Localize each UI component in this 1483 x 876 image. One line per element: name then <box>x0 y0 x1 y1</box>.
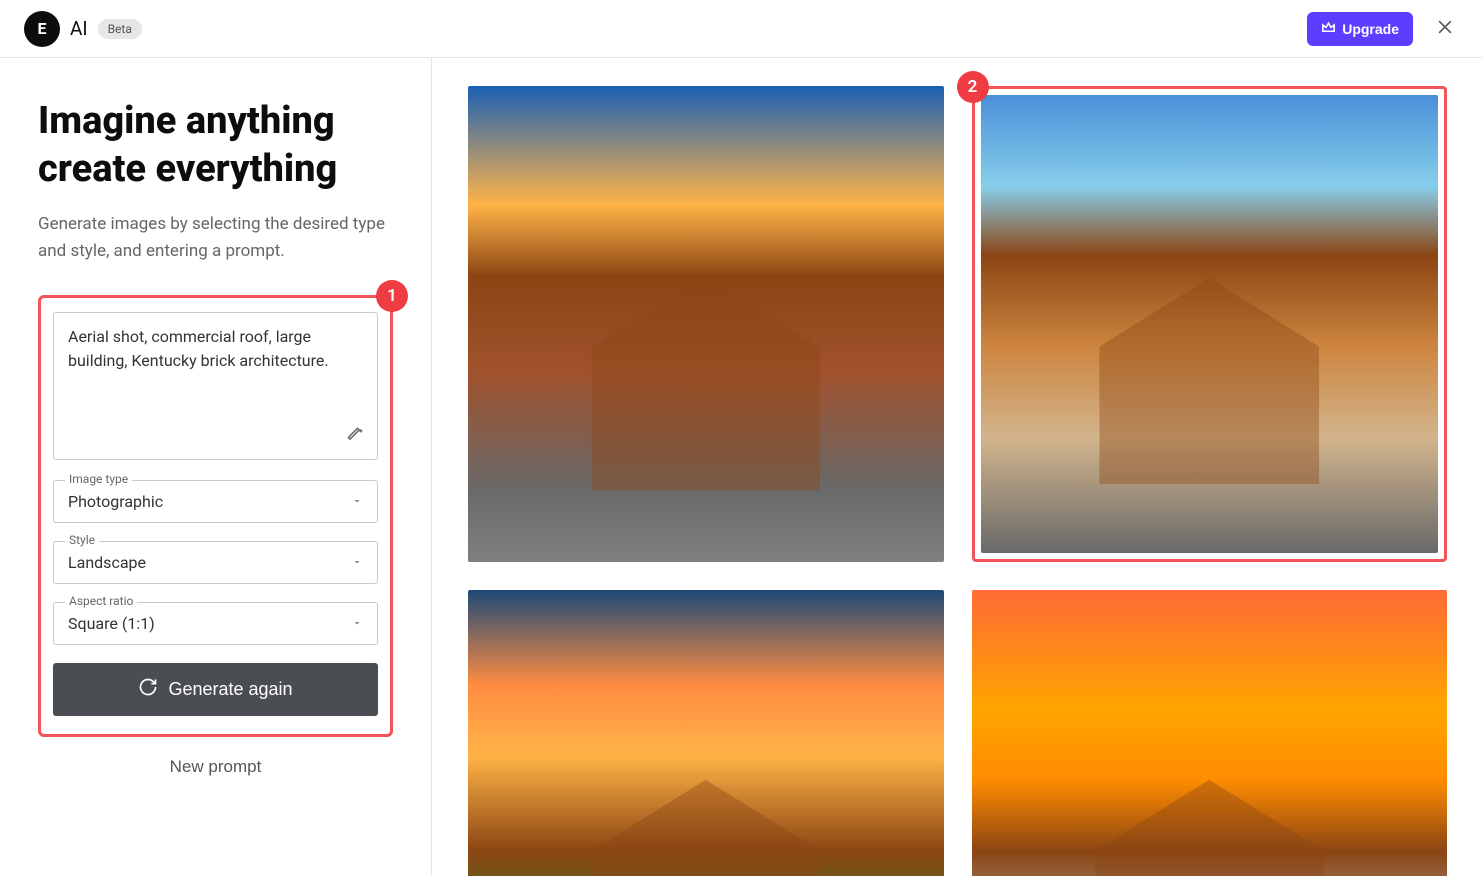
chevron-down-icon <box>351 614 363 633</box>
annotation-badge-2: 2 <box>957 71 989 103</box>
header-left: E AI Beta <box>24 11 142 47</box>
generated-image-4[interactable] <box>972 590 1448 876</box>
magic-wand-icon[interactable] <box>345 425 365 449</box>
result-item-3 <box>468 590 944 876</box>
result-item-2: 2 <box>972 86 1448 562</box>
logo-text: E <box>38 19 47 38</box>
sidebar: Imagine anything create everything Gener… <box>0 58 432 876</box>
generated-image-1[interactable] <box>468 86 944 562</box>
results-grid: 2 <box>468 86 1447 876</box>
aspect-ratio-group: Aspect ratio Square (1:1) <box>53 602 378 645</box>
prompt-textarea-wrapper <box>53 312 378 460</box>
logo: E <box>24 11 60 47</box>
header-right: Upgrade <box>1307 12 1459 46</box>
chevron-down-icon <box>351 553 363 572</box>
prompt-input[interactable] <box>68 325 363 415</box>
upgrade-button[interactable]: Upgrade <box>1307 12 1413 46</box>
style-select[interactable]: Landscape <box>53 541 378 584</box>
generate-again-button[interactable]: Generate again <box>53 663 378 716</box>
image-type-value: Photographic <box>68 492 163 511</box>
heading-line-1: Imagine anything <box>38 99 335 143</box>
beta-badge: Beta <box>98 19 142 39</box>
prompt-form: 1 Image type Photographic Style <box>38 295 393 737</box>
crown-icon <box>1321 20 1336 38</box>
aspect-ratio-value: Square (1:1) <box>68 614 155 633</box>
image-type-group: Image type Photographic <box>53 480 378 523</box>
result-item-4 <box>972 590 1448 876</box>
page-title: Imagine anything create everything <box>38 98 393 193</box>
page-subtitle: Generate images by selecting the desired… <box>38 211 393 265</box>
generated-image-2[interactable] <box>981 95 1439 553</box>
generate-label: Generate again <box>168 679 292 700</box>
upgrade-label: Upgrade <box>1342 21 1399 37</box>
aspect-ratio-select[interactable]: Square (1:1) <box>53 602 378 645</box>
chevron-down-icon <box>351 492 363 511</box>
new-prompt-button[interactable]: New prompt <box>170 757 262 777</box>
aspect-ratio-label: Aspect ratio <box>65 594 137 608</box>
heading-line-2: create everything <box>38 147 337 191</box>
header: E AI Beta Upgrade <box>0 0 1483 58</box>
annotation-badge-1: 1 <box>376 280 408 312</box>
result-item-1 <box>468 86 944 562</box>
image-type-label: Image type <box>65 472 132 486</box>
style-value: Landscape <box>68 553 146 572</box>
refresh-icon <box>138 677 158 702</box>
results-panel: 2 <box>432 58 1483 876</box>
close-icon <box>1435 25 1455 40</box>
main: Imagine anything create everything Gener… <box>0 58 1483 876</box>
style-label: Style <box>65 533 99 547</box>
ai-label: AI <box>70 17 88 40</box>
close-button[interactable] <box>1431 13 1459 44</box>
style-group: Style Landscape <box>53 541 378 584</box>
image-type-select[interactable]: Photographic <box>53 480 378 523</box>
generated-image-3[interactable] <box>468 590 944 876</box>
